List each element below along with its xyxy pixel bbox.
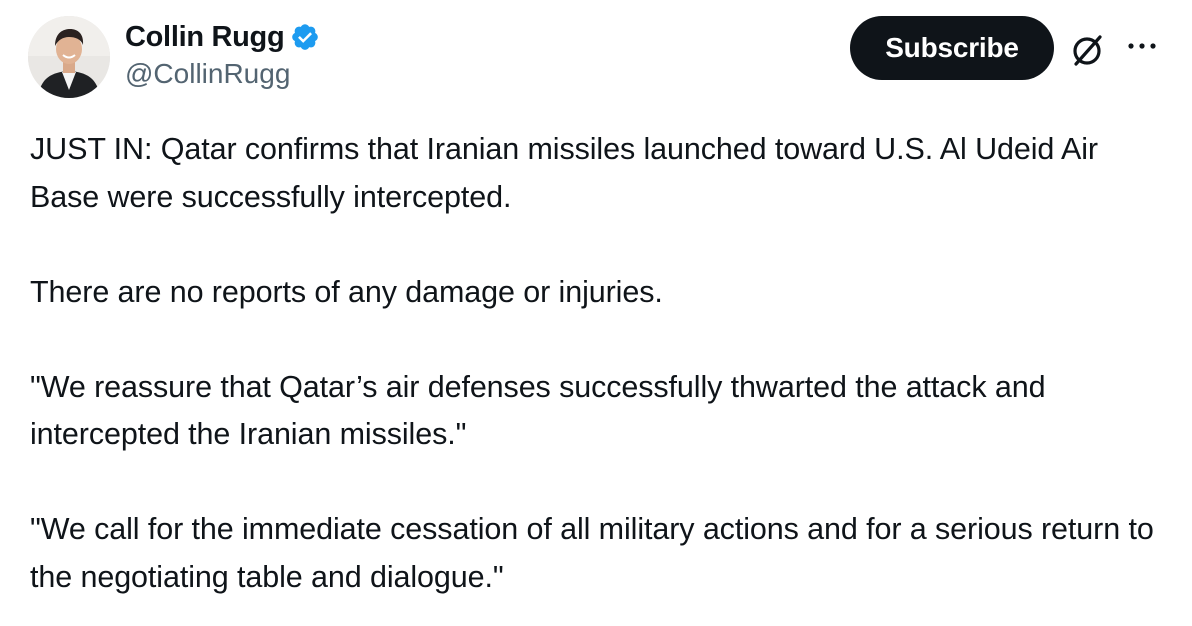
more-options-icon[interactable]: [1124, 34, 1160, 58]
author-info: Collin Rugg @CollinRugg: [125, 18, 320, 90]
profile-photo-icon: [28, 16, 110, 98]
avatar[interactable]: [28, 16, 110, 98]
tweet-text: JUST IN: Qatar confirms that Iranian mis…: [30, 126, 1170, 601]
verified-badge-icon[interactable]: [290, 22, 320, 52]
tweet-card: Collin Rugg @CollinRugg Subscribe JUST I…: [0, 0, 1192, 626]
tweet-paragraph: "We reassure that Qatar’s air defenses s…: [30, 369, 1046, 452]
handle[interactable]: @CollinRugg: [125, 58, 320, 90]
display-name[interactable]: Collin Rugg: [125, 21, 285, 54]
subscribe-button[interactable]: Subscribe: [850, 16, 1054, 80]
grok-icon[interactable]: [1068, 30, 1108, 70]
name-row: Collin Rugg: [125, 18, 320, 56]
tweet-paragraph: There are no reports of any damage or in…: [30, 274, 663, 309]
tweet-paragraph: JUST IN: Qatar confirms that Iranian mis…: [30, 132, 1098, 214]
tweet-paragraph: "We call for the immediate cessation of …: [30, 512, 1154, 594]
